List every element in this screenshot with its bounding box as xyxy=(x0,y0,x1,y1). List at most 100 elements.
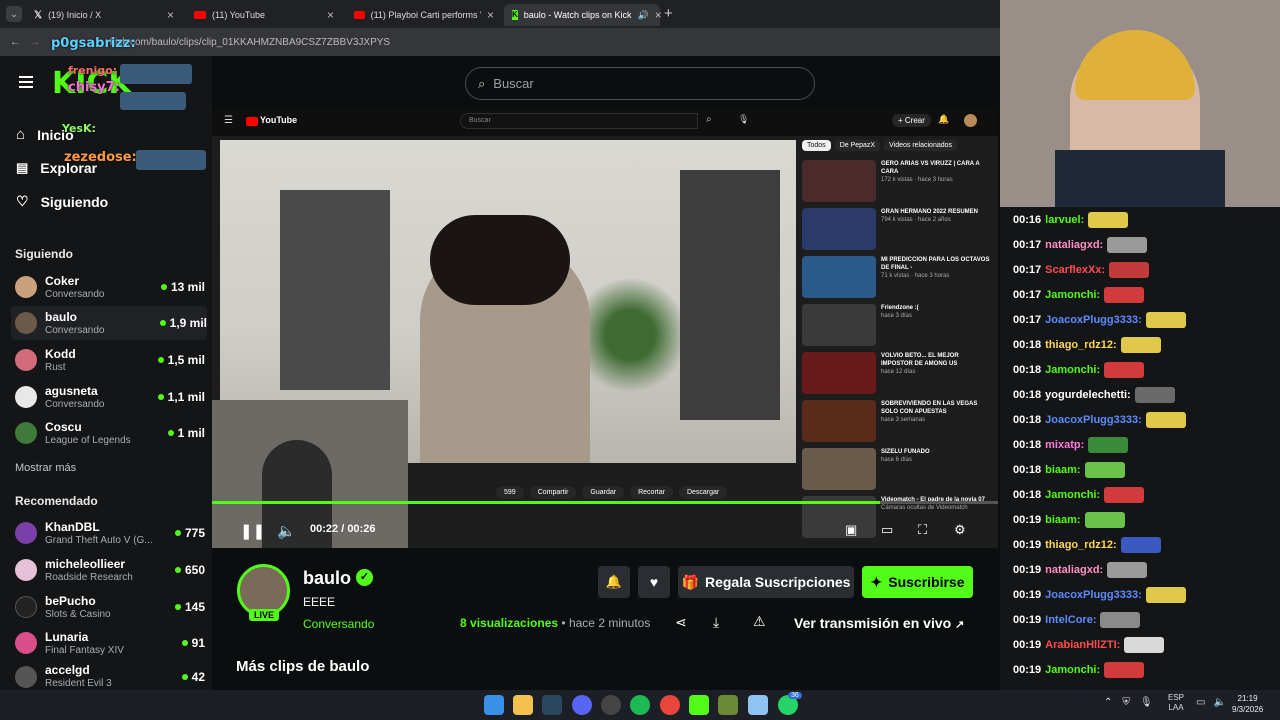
close-icon[interactable]: × xyxy=(327,8,334,22)
recommendation-title: GERO ARIAS VS VIRUZZ | CARA A CARA xyxy=(881,161,980,175)
tab-playboi-carti[interactable]: (11) Playboi Carti performs "OF × xyxy=(346,4,502,26)
sidebar-channel-coscu[interactable]: Coscu League of Legends 1 mil xyxy=(15,416,205,450)
chat-username[interactable]: Jamonchi: xyxy=(1045,289,1100,301)
report-icon[interactable]: ⚠ xyxy=(753,613,766,630)
shield-icon[interactable]: ⛨ xyxy=(1122,697,1130,708)
close-icon[interactable]: × xyxy=(487,8,494,22)
video-player[interactable]: ☰ YouTube Buscar ⌕ 🎙 + Crear 🔔 Todos De … xyxy=(212,108,998,548)
tab-list-button[interactable]: ⌄ xyxy=(6,6,22,22)
kick-app-icon[interactable] xyxy=(689,695,709,715)
progress-bar[interactable] xyxy=(212,501,881,504)
steam-icon[interactable] xyxy=(542,695,562,715)
fullscreen-icon[interactable]: ⛶ xyxy=(918,522,927,538)
close-icon[interactable]: × xyxy=(167,8,174,22)
pause-button[interactable]: ❚❚ xyxy=(240,522,265,540)
show-more-link[interactable]: Mostrar más xyxy=(15,462,76,474)
chat-username[interactable]: IntelCore: xyxy=(1045,614,1096,626)
chat-message: 00:17 Jamonchi: xyxy=(1013,286,1145,304)
channel-category: Conversando xyxy=(45,398,105,410)
download-icon[interactable]: ⤓ xyxy=(713,614,719,631)
chat-username[interactable]: JoacoxPlugg3333: xyxy=(1045,414,1142,426)
viewer-count: 145 xyxy=(174,600,205,614)
menu-icon[interactable] xyxy=(19,76,33,88)
chat-username[interactable]: mixatp: xyxy=(1045,439,1084,451)
clip-title: EEEE xyxy=(303,595,336,609)
chat-username[interactable]: nataliagxd: xyxy=(1045,564,1103,576)
chat-username[interactable]: ArabianHllZTI: xyxy=(1045,639,1120,651)
chat-username[interactable]: thiago_rdz12: xyxy=(1045,339,1117,351)
sidebar-channel-micheleollieer[interactable]: micheleollieer Roadside Research 650 xyxy=(15,553,205,587)
chat-username[interactable]: biaam: xyxy=(1045,514,1080,526)
category-link[interactable]: Conversando xyxy=(303,617,374,631)
nav-following[interactable]: ♡ Siguiendo xyxy=(16,193,108,210)
mic-icon[interactable]: 🎙 xyxy=(1140,697,1153,708)
volume-icon[interactable]: 🔈 xyxy=(1213,697,1225,708)
obs-icon[interactable] xyxy=(601,695,621,715)
speaker-icon[interactable]: 🔊 xyxy=(638,10,649,21)
sidebar-channel-khandbl[interactable]: KhanDBL Grand Theft Auto V (G... 775 xyxy=(15,516,205,550)
avatar xyxy=(15,596,37,618)
viewer-count: 42 xyxy=(181,670,205,684)
sidebar-channel-kodd[interactable]: Kodd Rust 1,5 mil xyxy=(15,343,205,377)
notepad-icon[interactable] xyxy=(748,695,768,715)
language-indicator[interactable]: ESP LAA xyxy=(1168,693,1184,713)
viewer-count: 775 xyxy=(174,526,205,540)
channel-name: baulo xyxy=(45,309,77,324)
live-dot-icon xyxy=(174,604,181,610)
file-explorer-icon[interactable] xyxy=(513,695,533,715)
subscribe-button[interactable]: ✦ Suscribirse xyxy=(862,566,973,598)
sidebar-channel-lunaria[interactable]: Lunaria Final Fantasy XIV 91 xyxy=(15,626,205,660)
chat-username[interactable]: ScarflexXx: xyxy=(1045,264,1105,276)
thumbnail-image xyxy=(802,352,876,394)
sidebar-channel-coker[interactable]: Coker Conversando 13 mil xyxy=(15,270,205,304)
chat-username[interactable]: JoacoxPlugg3333: xyxy=(1045,314,1142,326)
tab-kick[interactable]: K baulo - Watch clips on Kick 🔊 × xyxy=(504,4,662,26)
search-input[interactable]: Buscar xyxy=(493,76,533,91)
chat-username[interactable]: thiago_rdz12: xyxy=(1045,539,1117,551)
pip-icon[interactable]: ▣ xyxy=(845,522,857,538)
follow-button[interactable]: ♥ xyxy=(638,566,670,598)
forward-icon[interactable]: → xyxy=(30,37,40,48)
chat-username[interactable]: yogurdelechetti: xyxy=(1045,389,1131,401)
new-tab-button[interactable]: + xyxy=(664,5,673,22)
chat-message: 00:18 thiago_rdz12: xyxy=(1013,336,1161,354)
settings-icon[interactable]: ⚙ xyxy=(954,522,966,538)
chat-username[interactable]: larvuel: xyxy=(1045,214,1084,226)
tab-youtube[interactable]: (11) YouTube × xyxy=(186,4,342,26)
chat-username[interactable]: Jamonchi: xyxy=(1045,364,1100,376)
windows-start-icon[interactable] xyxy=(484,695,504,715)
chevron-up-icon[interactable]: ⌃ xyxy=(1104,697,1112,708)
chat-username[interactable]: nataliagxd: xyxy=(1045,239,1103,251)
minecraft-icon[interactable] xyxy=(718,695,738,715)
chat-username[interactable]: JoacoxPlugg3333: xyxy=(1045,589,1142,601)
gift-subs-button[interactable]: 🎁 Regala Suscripciones xyxy=(678,566,854,598)
notifications-button[interactable]: 🔔 xyxy=(598,566,630,598)
chat-username[interactable]: Jamonchi: xyxy=(1045,489,1100,501)
plant-image xyxy=(580,270,680,400)
tab-x[interactable]: 𝕏 (19) Inicio / X × xyxy=(26,4,182,26)
spotify-icon[interactable] xyxy=(630,695,650,715)
close-icon[interactable]: × xyxy=(655,8,662,22)
clock[interactable]: 21:19 9/3/2026 xyxy=(1232,693,1263,715)
search-bar[interactable]: ⌕ Buscar xyxy=(465,67,815,100)
overlay-chat-user: zezedose: xyxy=(64,150,137,165)
watch-live-button[interactable]: Ver transmisión en vivo ↗ xyxy=(794,615,964,631)
chat-message: 00:18 yogurdelechetti: xyxy=(1013,386,1175,404)
back-icon[interactable]: ← xyxy=(10,37,20,48)
share-icon[interactable]: ⋖ xyxy=(675,614,687,631)
discord-icon[interactable] xyxy=(572,695,592,715)
youtube-logo-icon xyxy=(246,117,258,126)
theater-icon[interactable]: ▭ xyxy=(881,522,893,538)
sidebar-channel-baulo[interactable]: baulo Conversando 1,9 mil xyxy=(11,306,207,340)
sidebar-channel-bepucho[interactable]: bePucho Slots & Casino 145 xyxy=(15,590,205,624)
thumbnail-image xyxy=(802,160,876,202)
network-icon[interactable]: ▭ xyxy=(1196,697,1205,708)
chat-username[interactable]: biaam: xyxy=(1045,464,1080,476)
chrome-icon[interactable] xyxy=(660,695,680,715)
create-button: + Crear xyxy=(892,114,931,127)
chat-username[interactable]: Jamonchi: xyxy=(1045,664,1100,676)
channel-name[interactable]: baulo xyxy=(303,568,351,589)
sidebar-channel-agusneta[interactable]: agusneta Conversando 1,1 mil xyxy=(15,380,205,414)
volume-icon[interactable]: 🔈 xyxy=(277,522,296,540)
sidebar-channel-accelgd[interactable]: accelgd Resident Evil 3 42 xyxy=(15,663,205,690)
